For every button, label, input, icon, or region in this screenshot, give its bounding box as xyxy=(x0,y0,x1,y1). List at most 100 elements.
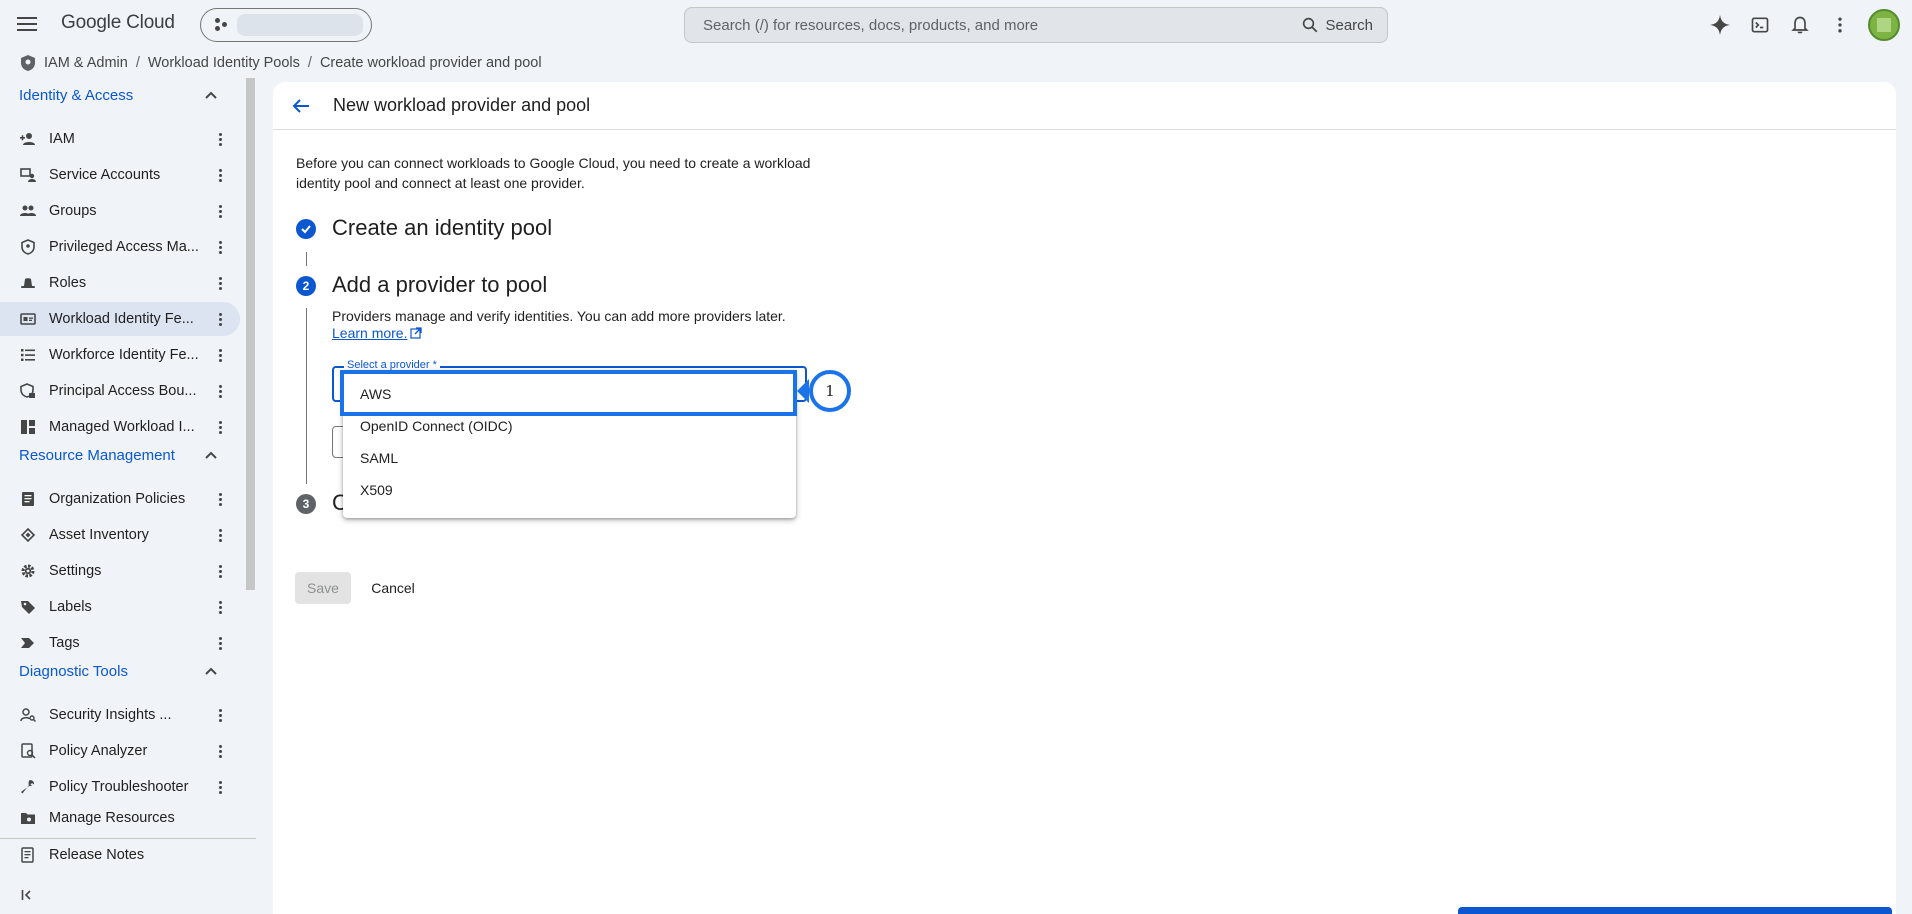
step-connector xyxy=(306,252,307,266)
sidebar-item-organization-policies[interactable]: Organization Policies xyxy=(0,482,240,516)
gemini-sparkle-icon[interactable] xyxy=(1700,5,1740,45)
breadcrumb-separator: / xyxy=(307,55,312,71)
sidebar-item-asset-inventory[interactable]: Asset Inventory xyxy=(0,518,240,552)
intro-text: Before you can connect workloads to Goog… xyxy=(296,155,811,191)
document-icon xyxy=(20,491,36,507)
more-vert-icon[interactable] xyxy=(212,239,228,255)
more-vert-icon[interactable] xyxy=(212,167,228,183)
more-vert-icon[interactable] xyxy=(212,491,228,507)
more-vert-icon[interactable] xyxy=(212,203,228,219)
sidebar-item-policy-analyzer[interactable]: Policy Analyzer xyxy=(0,734,240,768)
more-vert-icon[interactable] xyxy=(212,419,228,435)
sidebar-item-labels[interactable]: Labels xyxy=(0,590,240,624)
sidebar: Identity & Access IAM Service Accounts G… xyxy=(0,78,256,914)
avatar[interactable] xyxy=(1868,9,1900,41)
search-bar[interactable]: Search (/) for resources, docs, products… xyxy=(684,7,1388,43)
learn-more-link[interactable]: Learn more. xyxy=(332,325,423,341)
service-account-icon xyxy=(20,167,36,183)
sidebar-item-release-notes[interactable]: Release Notes xyxy=(0,838,240,872)
person-add-icon xyxy=(20,131,36,147)
more-vert-icon[interactable] xyxy=(212,743,228,759)
sidebar-item-principal-access-boundary[interactable]: Principal Access Bou... xyxy=(0,374,240,408)
more-vert-icon[interactable] xyxy=(212,563,228,579)
more-vert-icon[interactable] xyxy=(212,275,228,291)
more-vert-icon[interactable] xyxy=(212,383,228,399)
menu-icon[interactable] xyxy=(17,13,39,35)
save-button[interactable]: Save xyxy=(295,572,351,604)
sidebar-item-label: Workload Identity Fe... xyxy=(49,311,194,327)
option-x509[interactable]: X509 xyxy=(343,474,796,506)
search-input[interactable]: Search (/) for resources, docs, products… xyxy=(703,17,1301,34)
more-vert-icon[interactable] xyxy=(212,347,228,363)
person-search-icon xyxy=(20,707,36,723)
sidebar-item-groups[interactable]: Groups xyxy=(0,194,240,228)
search-button-label: Search xyxy=(1325,16,1373,34)
more-vert-icon[interactable] xyxy=(212,707,228,723)
chevron-up-icon xyxy=(205,91,217,99)
step-1-title[interactable]: Create an identity pool xyxy=(332,215,552,241)
annotation-step-badge: 1 xyxy=(809,370,851,412)
more-vert-icon[interactable] xyxy=(212,635,228,651)
step-connector xyxy=(306,308,307,484)
sidebar-item-label: Roles xyxy=(49,275,87,291)
breadcrumb-iam-admin[interactable]: IAM & Admin xyxy=(44,55,128,71)
shield-lock-icon xyxy=(20,383,36,399)
notifications-bell-icon[interactable] xyxy=(1780,5,1820,45)
page-header: New workload provider and pool xyxy=(273,82,1896,130)
step-3-number: 3 xyxy=(296,494,316,514)
annotation-pointer xyxy=(797,379,809,403)
sidebar-item-label: IAM xyxy=(49,131,75,147)
sidebar-item-workforce-identity-federation[interactable]: Workforce Identity Fe... xyxy=(0,338,240,372)
more-vert-icon[interactable] xyxy=(212,527,228,543)
sidebar-item-service-accounts[interactable]: Service Accounts xyxy=(0,158,240,192)
sidebar-item-privileged-access[interactable]: Privileged Access Ma... xyxy=(0,230,240,264)
chevron-up-icon xyxy=(205,667,217,675)
shield-icon xyxy=(21,55,35,71)
section-identity-access[interactable]: Identity & Access xyxy=(0,79,240,111)
more-vert-icon[interactable] xyxy=(212,779,228,795)
breadcrumb-separator: / xyxy=(135,55,140,71)
section-resource-management[interactable]: Resource Management xyxy=(0,439,240,471)
more-vert-icon[interactable] xyxy=(1820,5,1860,45)
sidebar-scrollbar[interactable] xyxy=(246,78,255,590)
back-arrow-icon[interactable] xyxy=(289,94,313,118)
collapse-sidebar-icon[interactable] xyxy=(21,888,35,902)
project-picker[interactable] xyxy=(200,8,372,42)
sidebar-item-iam[interactable]: IAM xyxy=(0,122,240,156)
sidebar-item-label: Privileged Access Ma... xyxy=(49,239,199,255)
list-icon xyxy=(20,347,36,363)
page-title: New workload provider and pool xyxy=(333,95,591,115)
sidebar-item-label: Settings xyxy=(49,563,102,579)
google-cloud-logo[interactable]: Google Cloud xyxy=(61,12,175,34)
sidebar-item-policy-troubleshooter[interactable]: Policy Troubleshooter xyxy=(0,770,240,804)
sidebar-item-settings[interactable]: Settings xyxy=(0,554,240,588)
breadcrumb-workload-identity-pools[interactable]: Workload Identity Pools xyxy=(148,55,300,71)
cloud-shell-icon[interactable] xyxy=(1740,5,1780,45)
sidebar-item-label: Labels xyxy=(49,599,92,615)
sidebar-item-roles[interactable]: Roles xyxy=(0,266,240,300)
annotation-highlight-box xyxy=(340,370,797,416)
sidebar-item-label: Organization Policies xyxy=(49,491,186,507)
sidebar-item-label: Tags xyxy=(49,635,80,651)
sidebar-item-security-insights[interactable]: Security Insights ... xyxy=(0,698,240,732)
sidebar-item-label: Release Notes xyxy=(49,847,145,863)
tag-icon xyxy=(20,635,36,651)
bottom-panel-edge xyxy=(1458,907,1892,914)
search-icon xyxy=(1303,17,1318,33)
option-saml[interactable]: SAML xyxy=(343,442,796,474)
more-vert-icon[interactable] xyxy=(212,311,228,327)
search-button[interactable]: Search xyxy=(1301,16,1373,34)
more-vert-icon[interactable] xyxy=(212,131,228,147)
sidebar-item-workload-identity-federation[interactable]: Workload Identity Fe... xyxy=(0,302,240,336)
section-label: Diagnostic Tools xyxy=(19,662,128,680)
more-vert-icon[interactable] xyxy=(212,599,228,615)
top-bar: Google Cloud Search (/) for resources, d… xyxy=(0,0,1912,50)
sidebar-item-manage-resources[interactable]: Manage Resources xyxy=(0,801,240,835)
breadcrumb: IAM & Admin / Workload Identity Pools / … xyxy=(0,50,542,76)
cancel-button[interactable]: Cancel xyxy=(361,572,425,604)
sidebar-item-label: Manage Resources xyxy=(49,810,175,826)
label-icon xyxy=(20,599,36,615)
section-diagnostic-tools[interactable]: Diagnostic Tools xyxy=(0,655,240,687)
sidebar-item-label: Security Insights ... xyxy=(49,707,172,723)
learn-more-label: Learn more. xyxy=(332,325,408,341)
